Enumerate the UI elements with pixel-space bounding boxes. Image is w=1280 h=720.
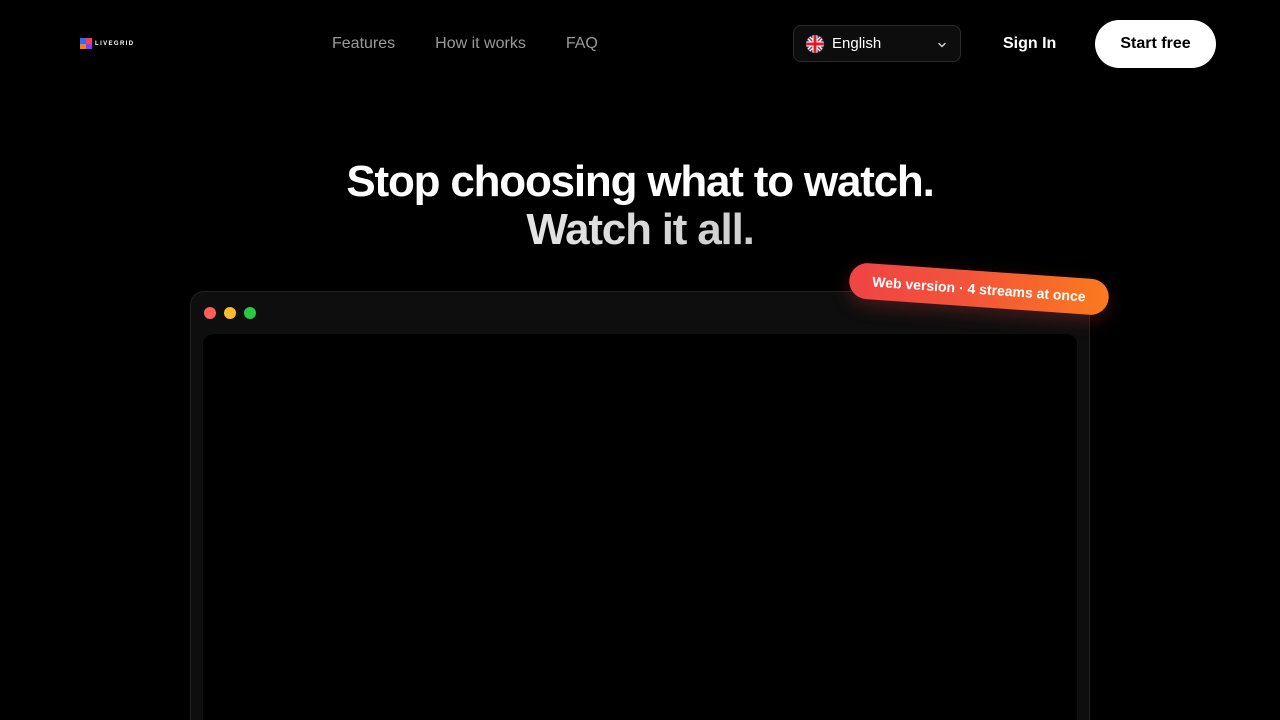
browser-window-mock: [190, 291, 1090, 720]
logo-link[interactable]: LIVEGRID: [80, 38, 135, 49]
hero-line-2: Watch it all.: [0, 206, 1280, 254]
landing-page: LIVEGRID Features How it works FAQ Engli…: [0, 0, 1280, 720]
maximize-dot-icon: [244, 307, 256, 319]
logo-text: LIVEGRID: [95, 40, 135, 47]
site-header: LIVEGRID Features How it works FAQ Engli…: [0, 0, 1280, 88]
logo-icon: [80, 38, 92, 49]
language-select[interactable]: English: [793, 25, 961, 62]
nav-item-faq[interactable]: FAQ: [566, 33, 598, 55]
browser-screen: [203, 334, 1077, 720]
nav-item-features[interactable]: Features: [332, 33, 395, 55]
hero-line-1: Stop choosing what to watch.: [346, 157, 934, 206]
nav-item-how-it-works[interactable]: How it works: [435, 33, 526, 55]
hero-title: Stop choosing what to watch. Watch it al…: [0, 158, 1280, 254]
uk-flag-icon: [806, 34, 824, 53]
close-dot-icon: [204, 307, 216, 319]
main-nav: Features How it works FAQ: [332, 33, 598, 55]
window-controls: [204, 307, 256, 319]
minimize-dot-icon: [224, 307, 236, 319]
language-label: English: [832, 35, 882, 52]
chevron-down-icon: [936, 38, 948, 50]
sign-in-link[interactable]: Sign In: [1003, 33, 1056, 55]
start-free-button[interactable]: Start free: [1095, 20, 1216, 68]
